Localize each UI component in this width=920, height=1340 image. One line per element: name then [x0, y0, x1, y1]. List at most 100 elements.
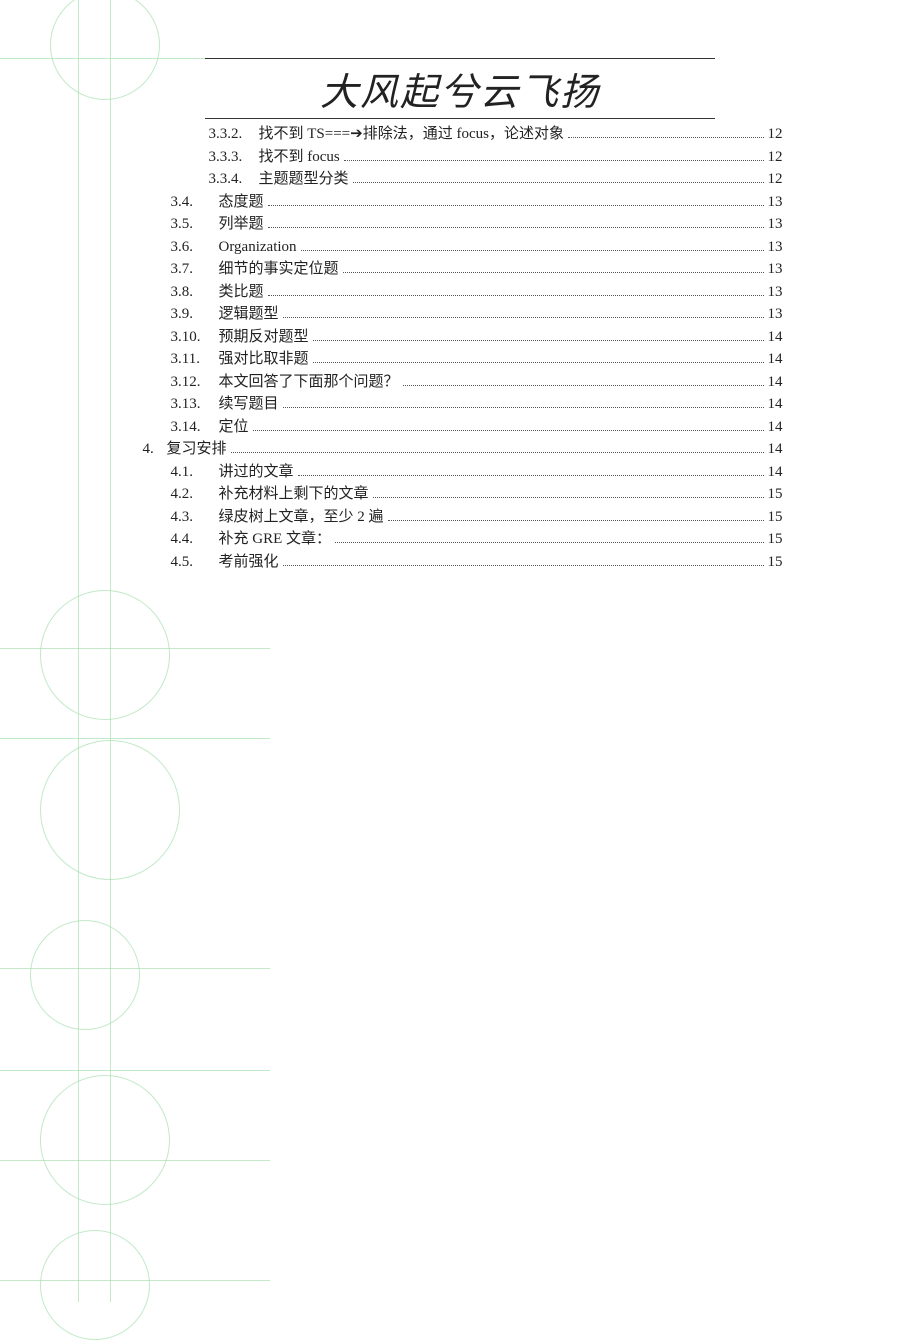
toc-page-number: 12	[768, 168, 783, 191]
toc-page-number: 13	[768, 213, 783, 236]
toc-title: 复习安排	[167, 438, 227, 461]
toc-page-number: 15	[768, 483, 783, 506]
toc-leader-dots	[301, 250, 764, 251]
toc-entry[interactable]: 3.13.续写题目14	[143, 393, 783, 416]
toc-entry[interactable]: 3.8.类比题 13	[143, 281, 783, 304]
toc-entry[interactable]: 3.12.本文回答了下面那个问题？ 14	[143, 371, 783, 394]
toc-number: 3.11.	[171, 348, 219, 371]
toc-number: 3.14.	[171, 416, 219, 439]
toc-page-number: 12	[768, 123, 783, 146]
toc-leader-dots	[313, 340, 764, 341]
toc-entry[interactable]: 3.4.态度题 13	[143, 191, 783, 214]
toc-page-number: 14	[768, 326, 783, 349]
toc-page-number: 14	[768, 371, 783, 394]
toc-entry[interactable]: 3.14.定位 14	[143, 416, 783, 439]
toc-number: 4.5.	[171, 551, 219, 574]
toc-number: 3.9.	[171, 303, 219, 326]
toc-entry[interactable]: 4.复习安排 14	[143, 438, 783, 461]
toc-number: 3.13.	[171, 393, 219, 416]
toc-title: 定位	[219, 416, 249, 439]
toc-leader-dots	[353, 182, 764, 183]
toc-number: 3.3.4.	[209, 168, 259, 191]
toc-number: 4.3.	[171, 506, 219, 529]
toc-page-number: 14	[768, 348, 783, 371]
toc-page-number: 13	[768, 191, 783, 214]
header-rule-top	[205, 58, 715, 59]
toc-entry[interactable]: 3.3.3.找不到 focus 12	[143, 146, 783, 169]
toc-page-number: 12	[768, 146, 783, 169]
toc-leader-dots	[268, 205, 764, 206]
toc-title: 找不到 TS===➔排除法，通过 focus，论述对象	[259, 123, 564, 146]
toc-title: 强对比取非题	[219, 348, 309, 371]
toc-leader-dots	[283, 407, 764, 408]
toc-number: 3.8.	[171, 281, 219, 304]
toc-title: 预期反对题型	[219, 326, 309, 349]
toc-leader-dots	[283, 317, 764, 318]
toc-leader-dots	[231, 452, 764, 453]
toc-entry[interactable]: 4.2.补充材料上剩下的文章15	[143, 483, 783, 506]
toc-entry[interactable]: 4.3.绿皮树上文章，至少 2 遍 15	[143, 506, 783, 529]
toc-leader-dots	[568, 137, 764, 138]
toc-title: 讲过的文章	[219, 461, 294, 484]
toc-title: 类比题	[219, 281, 264, 304]
toc-page-number: 14	[768, 438, 783, 461]
toc-page-number: 15	[768, 551, 783, 574]
toc-leader-dots	[344, 160, 764, 161]
toc-title: Organization	[219, 236, 297, 259]
page-title: 大风起兮云飞扬	[0, 61, 920, 116]
header-rule-bottom	[205, 118, 715, 119]
toc-entry[interactable]: 3.9.逻辑题型 13	[143, 303, 783, 326]
toc-entry[interactable]: 3.3.2.找不到 TS===➔排除法，通过 focus，论述对象 12	[143, 123, 783, 146]
toc-title: 找不到 focus	[259, 146, 340, 169]
toc-title: 主题题型分类	[259, 168, 349, 191]
toc-entry[interactable]: 3.10.预期反对题型 14	[143, 326, 783, 349]
toc-entry[interactable]: 3.6.Organization 13	[143, 236, 783, 259]
toc-entry[interactable]: 3.5.列举题 13	[143, 213, 783, 236]
toc-page-number: 13	[768, 303, 783, 326]
toc-entry[interactable]: 3.7.细节的事实定位题 13	[143, 258, 783, 281]
toc-title: 考前强化	[219, 551, 279, 574]
toc-leader-dots	[388, 520, 764, 521]
toc-number: 3.5.	[171, 213, 219, 236]
toc-leader-dots	[335, 542, 763, 543]
toc-number: 3.12.	[171, 371, 219, 394]
toc-number: 3.10.	[171, 326, 219, 349]
page-content: 大风起兮云飞扬 3.3.2.找不到 TS===➔排除法，通过 focus，论述对…	[0, 0, 920, 573]
toc-page-number: 15	[768, 528, 783, 551]
toc-entry[interactable]: 3.11.强对比取非题 14	[143, 348, 783, 371]
toc-number: 3.3.2.	[209, 123, 259, 146]
toc-leader-dots	[403, 385, 764, 386]
toc-page-number: 14	[768, 393, 783, 416]
toc-page-number: 14	[768, 461, 783, 484]
toc-page-number: 13	[768, 258, 783, 281]
toc-title: 补充 GRE 文章：	[219, 528, 332, 551]
toc-title: 本文回答了下面那个问题？	[219, 371, 399, 394]
toc-title: 逻辑题型	[219, 303, 279, 326]
toc-number: 4.4.	[171, 528, 219, 551]
toc-number: 3.6.	[171, 236, 219, 259]
table-of-contents: 3.3.2.找不到 TS===➔排除法，通过 focus，论述对象123.3.3…	[138, 123, 783, 573]
toc-entry[interactable]: 3.3.4.主题题型分类 12	[143, 168, 783, 191]
toc-leader-dots	[283, 565, 764, 566]
toc-title: 细节的事实定位题	[219, 258, 339, 281]
toc-leader-dots	[268, 227, 764, 228]
toc-leader-dots	[313, 362, 764, 363]
toc-page-number: 14	[768, 416, 783, 439]
toc-number: 3.4.	[171, 191, 219, 214]
toc-number: 4.1.	[171, 461, 219, 484]
toc-page-number: 15	[768, 506, 783, 529]
toc-number: 4.	[143, 438, 167, 461]
toc-number: 3.7.	[171, 258, 219, 281]
toc-title: 绿皮树上文章，至少 2 遍	[219, 506, 384, 529]
toc-page-number: 13	[768, 281, 783, 304]
toc-title: 列举题	[219, 213, 264, 236]
toc-entry[interactable]: 4.1.讲过的文章 14	[143, 461, 783, 484]
toc-number: 3.3.3.	[209, 146, 259, 169]
toc-leader-dots	[253, 430, 764, 431]
toc-entry[interactable]: 4.4.补充 GRE 文章： 15	[143, 528, 783, 551]
toc-entry[interactable]: 4.5.考前强化 15	[143, 551, 783, 574]
toc-leader-dots	[298, 475, 764, 476]
toc-leader-dots	[268, 295, 764, 296]
toc-page-number: 13	[768, 236, 783, 259]
toc-title: 态度题	[219, 191, 264, 214]
